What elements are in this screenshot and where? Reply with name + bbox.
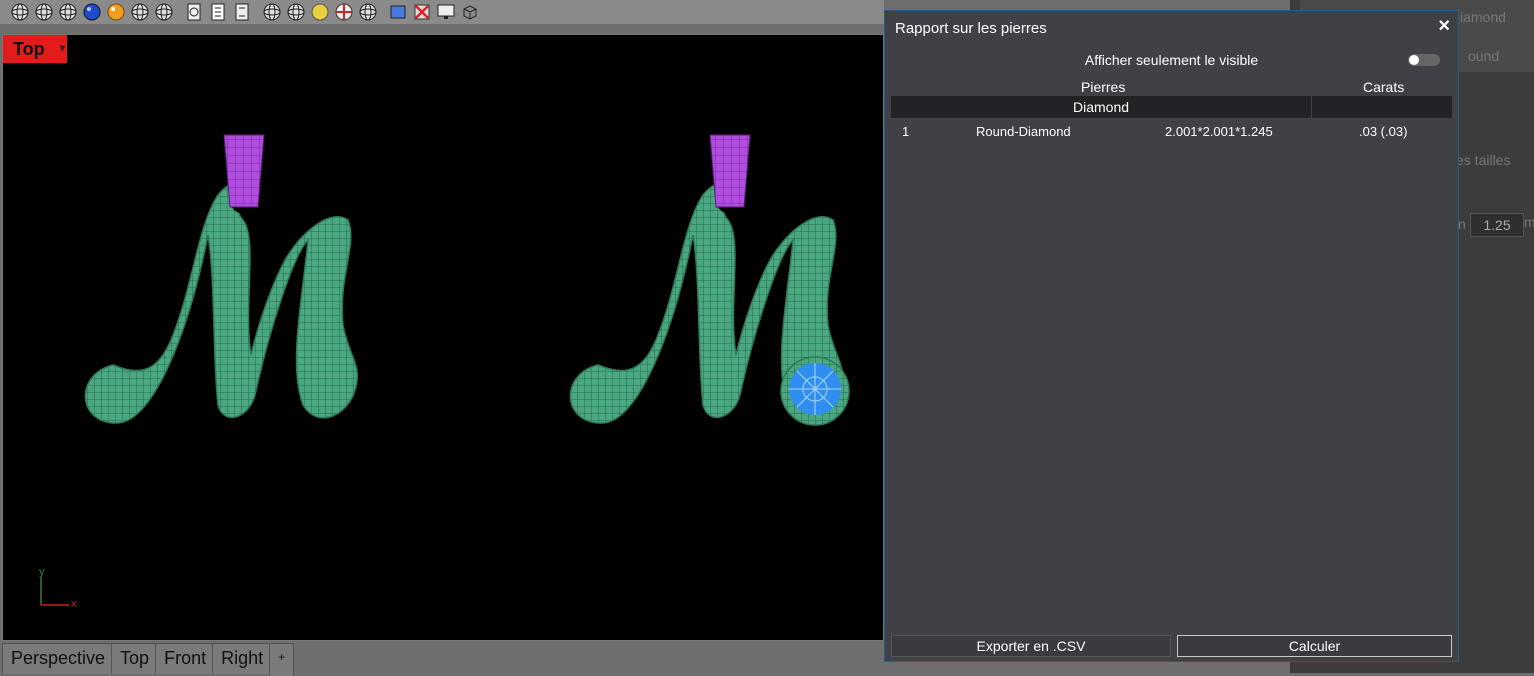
close-icon[interactable]: × — [1438, 15, 1450, 38]
pendant-right[interactable] — [569, 134, 850, 426]
viewport-label[interactable]: Top ▾ — [3, 35, 67, 63]
xray-sphere-icon[interactable] — [152, 1, 176, 23]
axis-indicator: y x — [39, 566, 77, 610]
row-index: 1 — [902, 124, 910, 139]
show-visible-label: Afficher seulement le visible — [1084, 52, 1259, 68]
panel-unit-suffix: m — [1524, 214, 1534, 230]
size-value-field[interactable]: 1.25 — [1470, 213, 1524, 237]
tab-front[interactable]: Front — [155, 643, 214, 674]
technical-object-icon[interactable] — [206, 1, 230, 23]
white-sphere-icon[interactable] — [284, 1, 308, 23]
viewport-tabs: Perspective Top Front Right + — [2, 643, 295, 676]
panel-item-diamond[interactable]: iamond — [1460, 9, 1506, 25]
show-visible-toggle[interactable] — [1408, 54, 1440, 66]
chevron-down-icon[interactable]: ▾ — [60, 35, 65, 63]
add-viewport-tab-button[interactable]: + — [269, 643, 295, 676]
target-sphere-icon[interactable] — [332, 1, 356, 23]
round-diamond-stone[interactable] — [789, 363, 841, 415]
axis-y-label: y — [39, 566, 45, 578]
tab-perspective[interactable]: Perspective — [2, 643, 113, 674]
ghosted-sphere-icon[interactable] — [128, 1, 152, 23]
calculate-button[interactable]: Calculer — [1177, 635, 1452, 657]
stones-report-dialog: Rapport sur les pierres × Afficher seule… — [884, 10, 1459, 662]
remove-object-icon[interactable] — [410, 1, 434, 23]
shaded-object-icon[interactable] — [182, 1, 206, 23]
wireframe-globe-icon[interactable] — [260, 1, 284, 23]
monitor-icon[interactable] — [434, 1, 458, 23]
column-header-stones[interactable]: Pierres — [1081, 79, 1125, 95]
toggle-knob — [1409, 55, 1419, 65]
display-mode-toolbar — [0, 0, 884, 24]
row-stone-size: 2.001*2.001*1.245 — [1165, 124, 1273, 139]
export-csv-button[interactable]: Exporter en .CSV — [891, 635, 1171, 657]
environment-sphere-icon[interactable] — [356, 1, 380, 23]
tab-top[interactable]: Top — [111, 643, 157, 674]
row-carats: .03 (.03) — [1359, 124, 1408, 139]
rendered-sphere-icon[interactable] — [56, 1, 80, 23]
blue-material-sphere-icon[interactable] — [80, 1, 104, 23]
top-viewport[interactable]: Top ▾ y x — [2, 34, 884, 641]
gold-material-sphere-icon[interactable] — [104, 1, 128, 23]
tab-right[interactable]: Right — [212, 643, 271, 674]
column-header-carats[interactable]: Carats — [1363, 79, 1404, 95]
dialog-title: Rapport sur les pierres — [895, 20, 1047, 37]
panel-section-sizes: es tailles — [1456, 152, 1511, 168]
shaded-sphere-icon[interactable] — [32, 1, 56, 23]
group-name: Diamond — [1073, 99, 1130, 115]
panel-unit-prefix: n — [1458, 216, 1466, 232]
wireframe-sphere-icon[interactable] — [8, 1, 32, 23]
axis-x-label: x — [71, 598, 77, 610]
box-outline-icon[interactable] — [458, 1, 482, 23]
table-row[interactable]: 1 Round-Diamond 2.001*2.001*1.245 .03 (.… — [891, 123, 1452, 143]
artistic-object-icon[interactable] — [230, 1, 254, 23]
row-stone-name: Round-Diamond — [976, 124, 1071, 139]
yellow-sphere-icon[interactable] — [308, 1, 332, 23]
panel-item-round[interactable]: ound — [1468, 48, 1499, 64]
group-row-diamond[interactable]: Diamond — [891, 96, 1452, 118]
pendant-scene — [84, 134, 850, 426]
pendant-left[interactable] — [84, 134, 359, 424]
viewport-name: Top — [13, 39, 45, 59]
column-divider — [1311, 96, 1312, 118]
capture-viewport-icon[interactable] — [386, 1, 410, 23]
